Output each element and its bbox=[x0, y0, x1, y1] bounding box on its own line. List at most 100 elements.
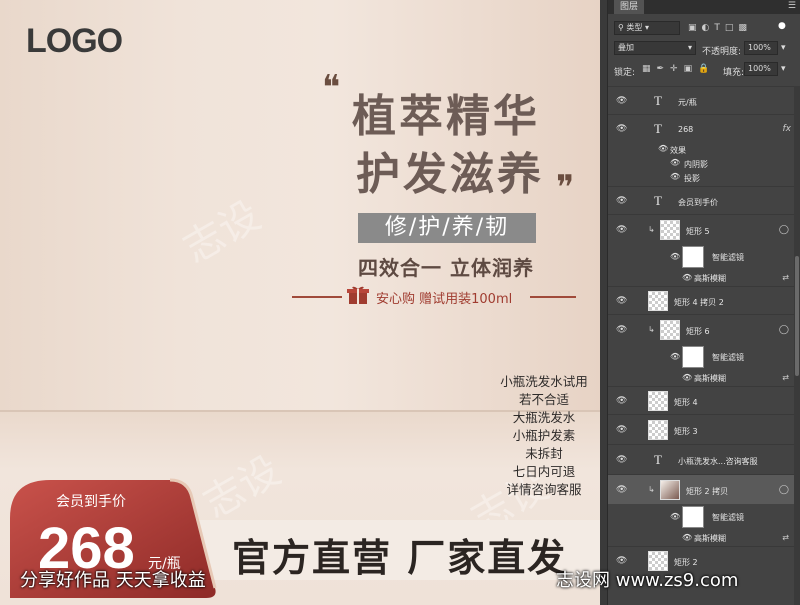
layer-name: 矩形 5 bbox=[686, 227, 710, 236]
effect-eye-icon[interactable]: 👁 bbox=[670, 172, 680, 181]
layer-thumbnail bbox=[648, 291, 668, 311]
smart-filter-row[interactable]: 👁 智能滤镜 bbox=[608, 504, 800, 530]
visibility-eye-icon[interactable]: 👁 bbox=[682, 533, 692, 542]
layer-effects-icon[interactable]: fx bbox=[783, 124, 792, 134]
layer-name: 高斯模糊 bbox=[694, 274, 726, 283]
layer-row[interactable]: 👁 矩形 3 bbox=[608, 414, 800, 444]
filter-mask-thumbnail bbox=[682, 246, 704, 268]
filter-options-icon[interactable]: ⇄ bbox=[782, 373, 789, 382]
visibility-eye-icon[interactable]: 👁 bbox=[616, 197, 628, 206]
fill-input[interactable]: 100% bbox=[744, 62, 778, 76]
fill-dropdown-icon[interactable]: ▾ bbox=[781, 64, 786, 74]
visibility-eye-icon[interactable]: 👁 bbox=[616, 326, 628, 335]
layer-thumbnail bbox=[660, 220, 680, 240]
quote-open-icon: ❝ bbox=[322, 68, 341, 108]
clip-arrow-icon: ↳ bbox=[648, 325, 655, 334]
filter-toggle-icon[interactable]: ● bbox=[778, 21, 786, 31]
tab-layers[interactable]: 图层 bbox=[614, 0, 645, 14]
visibility-eye-icon[interactable]: 👁 bbox=[616, 397, 628, 406]
layer-name: 智能滤镜 bbox=[712, 513, 744, 522]
layer-thumbnail bbox=[648, 391, 668, 411]
layers-panel[interactable]: 图层 ☰ ⚲ 类型 ▾ ▣◐T□▩ ● 叠加 ▾ 不透明度: 100% ▾ 锁定:… bbox=[607, 0, 800, 605]
layer-thumbnail bbox=[660, 480, 680, 500]
visibility-eye-icon[interactable]: 👁 bbox=[616, 486, 628, 495]
layer-name: 高斯模糊 bbox=[694, 374, 726, 383]
member-price-label: 会员到手价 bbox=[56, 494, 126, 510]
layer-name: 智能滤镜 bbox=[712, 353, 744, 362]
headline-line-1: 植萃精华 bbox=[352, 91, 540, 142]
visibility-eye-icon[interactable]: 👁 bbox=[616, 426, 628, 435]
lock-icons[interactable]: ▦✒✛▣🔒 bbox=[642, 64, 715, 74]
note-line: 小瓶护发素 bbox=[512, 428, 576, 443]
filter-type-icons[interactable]: ▣◐T□▩ bbox=[688, 23, 752, 33]
filter-options-icon[interactable]: ⇄ bbox=[782, 273, 789, 282]
divider-left bbox=[292, 296, 342, 298]
layer-row[interactable]: 👁 ↳ 矩形 6 ◯ bbox=[608, 314, 800, 344]
visibility-eye-icon[interactable]: 👁 bbox=[670, 352, 680, 361]
visibility-eye-icon[interactable]: 👁 bbox=[616, 456, 628, 465]
layer-row[interactable]: 👁 ↳ 矩形 5 ◯ bbox=[608, 214, 800, 244]
visibility-eye-icon[interactable]: 👁 bbox=[670, 252, 680, 261]
gift-offer-text: 安心购 赠试用装100ml bbox=[376, 292, 513, 307]
divider-right bbox=[530, 296, 576, 298]
layer-name: 高斯模糊 bbox=[694, 534, 726, 543]
text-layer-icon: T bbox=[654, 93, 662, 108]
layer-row[interactable]: 👁 T 268 fx bbox=[608, 114, 800, 142]
layer-row-selected[interactable]: 👁 ↳ 矩形 2 拷贝 ◯ bbox=[608, 474, 800, 504]
layer-row[interactable]: 👁 T 会员到手价 bbox=[608, 186, 800, 214]
layers-scrollbar[interactable] bbox=[794, 86, 800, 605]
layer-row[interactable]: 👁 T 小瓶洗发水...咨询客服 bbox=[608, 444, 800, 474]
smart-filter-row[interactable]: 👁 智能滤镜 bbox=[608, 344, 800, 370]
effects-group: 👁 效果 👁 内阴影 👁 投影 bbox=[608, 142, 800, 186]
effect-drop-shadow[interactable]: 投影 bbox=[684, 173, 700, 184]
subheadline: 四效合一 立体润养 bbox=[358, 256, 534, 280]
visibility-eye-icon[interactable]: 👁 bbox=[616, 297, 628, 306]
filter-mask-thumbnail bbox=[682, 506, 704, 528]
effects-label: 效果 bbox=[670, 146, 686, 155]
effects-eye-icon[interactable]: 👁 bbox=[658, 144, 668, 153]
text-layer-icon: T bbox=[654, 121, 662, 136]
layer-row[interactable]: 👁 矩形 4 bbox=[608, 386, 800, 414]
opacity-input[interactable]: 100% bbox=[744, 41, 778, 55]
opacity-dropdown-icon[interactable]: ▾ bbox=[781, 43, 786, 53]
layer-name: 会员到手价 bbox=[678, 198, 718, 207]
official-slogan: 官方直营 厂家直发 bbox=[232, 535, 568, 580]
lock-label: 锁定: bbox=[614, 68, 636, 78]
visibility-eye-icon[interactable]: 👁 bbox=[670, 512, 680, 521]
opacity-label: 不透明度: bbox=[702, 47, 742, 57]
visibility-eye-icon[interactable]: 👁 bbox=[616, 125, 628, 134]
blend-mode-select[interactable]: 叠加 ▾ bbox=[614, 41, 696, 55]
layer-name: 矩形 4 拷贝 2 bbox=[674, 298, 724, 307]
design-canvas[interactable]: 志设 志设 志设 LOGO ❝ 植萃精华 护发滋养 ❞ 修/护/养/韧 四效合一… bbox=[0, 0, 600, 605]
visibility-eye-icon[interactable]: 👁 bbox=[616, 97, 628, 106]
kind-filter-select[interactable]: ⚲ 类型 ▾ bbox=[614, 21, 680, 35]
visibility-eye-icon[interactable]: 👁 bbox=[616, 557, 628, 566]
layer-name: 矩形 2 拷贝 bbox=[686, 487, 729, 496]
smart-filter-row[interactable]: 👁 智能滤镜 bbox=[608, 244, 800, 270]
filter-options-icon[interactable]: ⇄ bbox=[782, 533, 789, 542]
panel-menu-icon[interactable]: ☰ bbox=[788, 1, 796, 11]
visibility-eye-icon[interactable]: 👁 bbox=[682, 373, 692, 382]
gift-icon bbox=[347, 286, 369, 304]
blend-row: 叠加 ▾ 不透明度: 100% ▾ bbox=[608, 40, 800, 58]
filter-row[interactable]: 👁 高斯模糊 ⇄ bbox=[608, 270, 800, 286]
layer-row[interactable]: 👁 矩形 4 拷贝 2 bbox=[608, 286, 800, 314]
filter-row[interactable]: 👁 高斯模糊 ⇄ bbox=[608, 530, 800, 546]
layer-name: 矩形 3 bbox=[674, 427, 698, 436]
layer-name: 矩形 6 bbox=[686, 327, 710, 336]
layer-row[interactable]: 👁 T 元/瓶 bbox=[608, 86, 800, 114]
note-line: 详情咨询客服 bbox=[506, 482, 582, 497]
filter-row[interactable]: 👁 高斯模糊 ⇄ bbox=[608, 370, 800, 386]
smart-object-icon: ◯ bbox=[778, 325, 789, 335]
scrollbar-thumb[interactable] bbox=[795, 256, 799, 376]
feature-tag: 修/护/养/韧 bbox=[358, 213, 536, 243]
filter-mask-thumbnail bbox=[682, 346, 704, 368]
watermark-slogan: 分享好作品 天天拿收益 bbox=[20, 570, 206, 591]
return-policy-notes: 小瓶洗发水试用 若不合适 大瓶洗发水 小瓶护发素 未拆封 七日内可退 详情咨询客… bbox=[494, 373, 594, 499]
effect-eye-icon[interactable]: 👁 bbox=[670, 158, 680, 167]
visibility-eye-icon[interactable]: 👁 bbox=[616, 226, 628, 235]
headline-line-2: 护发滋养 bbox=[356, 149, 544, 200]
effect-inner-shadow[interactable]: 内阴影 bbox=[684, 159, 708, 170]
visibility-eye-icon[interactable]: 👁 bbox=[682, 273, 692, 282]
text-layer-icon: T bbox=[654, 193, 662, 208]
